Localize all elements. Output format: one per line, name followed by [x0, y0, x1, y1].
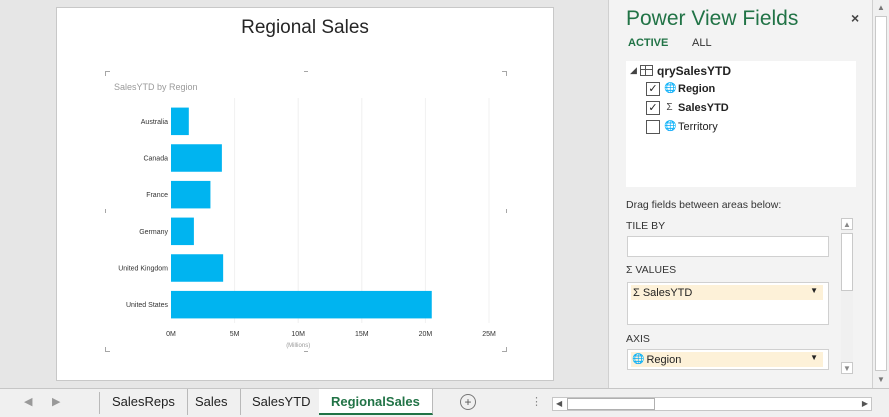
close-icon[interactable]: × [851, 10, 859, 26]
scroll-right-icon[interactable]: ▶ [862, 398, 868, 410]
chip-label: Region [646, 353, 682, 366]
x-tick-label: 10M [291, 331, 305, 338]
sheet-tab-salesytd[interactable]: SalesYTD [240, 389, 324, 415]
field-region[interactable]: ✓ 🌐 Region [646, 80, 715, 97]
x-tick-label: 20M [419, 331, 433, 338]
y-tick-label: France [146, 192, 168, 199]
y-tick-label: United States [126, 302, 169, 309]
horizontal-scrollbar[interactable]: ◀ ▶ [552, 397, 872, 411]
axis-chip-region[interactable]: 🌐 Region ▼ [631, 352, 823, 367]
chevron-down-icon[interactable]: ▼ [810, 286, 818, 295]
sigma-icon: Σ [626, 264, 633, 276]
y-tick-label: United Kingdom [118, 266, 168, 273]
chip-label: SalesYTD [642, 286, 693, 299]
table-name: qrySalesYTD [657, 63, 732, 78]
globe-icon: 🌐 [664, 83, 677, 94]
sheet-tab-sales[interactable]: Sales [183, 389, 241, 415]
tab-active[interactable]: ACTIVE [628, 37, 668, 49]
field-label: Territory [678, 120, 718, 133]
scroll-left-icon[interactable]: ◀ [556, 398, 562, 410]
x-tick-label: 25M [482, 331, 496, 338]
tile-by-drop-zone[interactable] [627, 236, 829, 257]
axis-drop-zone[interactable]: 🌐 Region ▼ [627, 349, 829, 370]
y-tick-label: Canada [143, 156, 168, 163]
bar[interactable] [171, 290, 432, 319]
drag-hint: Drag fields between areas below: [626, 199, 782, 211]
globe-icon: 🌐 [632, 354, 645, 365]
add-sheet-icon[interactable]: + [460, 394, 476, 410]
sigma-icon: Σ [633, 286, 640, 299]
checkbox-salesytd[interactable]: ✓ [646, 100, 660, 115]
chevron-down-icon[interactable]: ▼ [810, 353, 818, 362]
scroll-up-icon[interactable]: ▲ [875, 2, 887, 14]
checkbox-territory[interactable] [646, 119, 660, 134]
values-drop-zone[interactable]: Σ SalesYTD ▼ [627, 282, 829, 325]
bar[interactable] [171, 254, 224, 282]
bar[interactable] [171, 180, 211, 209]
bar[interactable] [171, 217, 194, 246]
bar[interactable] [171, 107, 189, 136]
next-sheet-icon[interactable]: ▶ [52, 395, 60, 408]
areas-scrollbar[interactable]: ▲ ▼ [841, 218, 853, 374]
table-node[interactable]: ◢ qrySalesYTD [630, 62, 731, 79]
x-tick-label: 5M [230, 331, 240, 338]
values-label: Σ VALUES [626, 264, 676, 276]
globe-icon: 🌐 [664, 121, 677, 132]
x-axis-label: (Millions) [286, 343, 310, 349]
field-territory[interactable]: 🌐 Territory [646, 118, 718, 135]
y-tick-label: Germany [139, 229, 168, 236]
values-label-text: VALUES [635, 264, 677, 276]
expand-icon[interactable]: ◢ [630, 65, 638, 76]
y-tick-label: Australia [141, 119, 168, 126]
table-icon [640, 65, 653, 76]
bar[interactable] [171, 144, 222, 172]
scroll-thumb[interactable] [567, 398, 655, 410]
sheet-tab-salesreps[interactable]: SalesReps [100, 389, 188, 415]
scroll-thumb[interactable] [875, 16, 887, 371]
field-salesytd[interactable]: ✓ Σ SalesYTD [646, 99, 729, 116]
sheet-tab-regionalsales[interactable]: RegionalSales [319, 389, 433, 415]
x-tick-label: 0M [166, 331, 176, 338]
field-label: Region [678, 82, 716, 95]
field-label: SalesYTD [678, 101, 729, 114]
tile-by-label: TILE BY [626, 220, 666, 232]
sigma-icon: Σ [666, 102, 673, 113]
report-page[interactable]: Regional Sales SalesYTD by Region 0M 5M 10… [56, 7, 554, 381]
scroll-thumb[interactable] [841, 233, 853, 291]
pane-title: Power View Fields [626, 7, 799, 30]
checkbox-region[interactable]: ✓ [646, 81, 660, 96]
scroll-up-icon[interactable]: ▲ [841, 218, 853, 230]
values-chip-salesytd[interactable]: Σ SalesYTD ▼ [631, 285, 823, 300]
bar-chart[interactable]: 0M 5M 10M 15M 20M 25M (Millions) Australia Canad… [57, 8, 553, 380]
scroll-down-icon[interactable]: ▼ [841, 362, 853, 374]
splitter-dots-icon[interactable]: ⋮ [531, 395, 542, 408]
power-view-fields-pane: Power View Fields × ACTIVE ALL ◢ qrySale… [608, 0, 873, 388]
sheet-tab-bar: ◀ ▶ SalesReps Sales SalesYTD RegionalSal… [0, 388, 889, 417]
window-scrollbar[interactable]: ▲ ▼ [872, 0, 889, 388]
field-list: ◢ qrySalesYTD ✓ 🌐 Region ✓ Σ SalesYTD 🌐 … [626, 61, 856, 187]
report-canvas: Regional Sales SalesYTD by Region 0M 5M 10… [0, 0, 608, 388]
axis-label: AXIS [626, 333, 650, 345]
scroll-down-icon[interactable]: ▼ [875, 374, 887, 386]
tab-all[interactable]: ALL [692, 37, 712, 49]
prev-sheet-icon[interactable]: ◀ [24, 395, 32, 408]
x-tick-label: 15M [355, 331, 369, 338]
